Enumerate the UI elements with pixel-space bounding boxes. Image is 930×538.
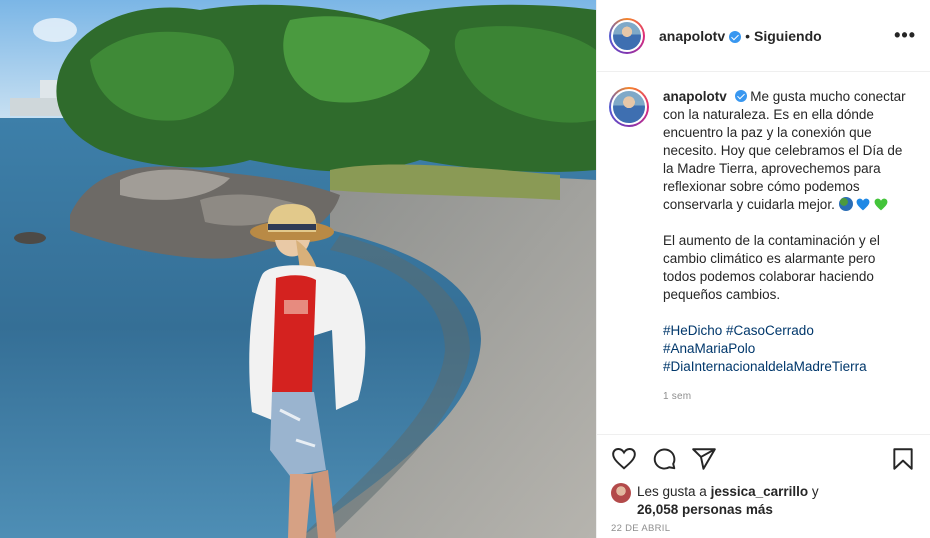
action-bar: Les gusta a jessica_carrillo y 26,058 pe… (597, 434, 930, 538)
caption-paragraph-1: Me gusta mucho conectar con la naturalez… (663, 89, 906, 212)
share-icon[interactable] (691, 446, 717, 472)
action-icons (611, 445, 916, 473)
likes-prefix: Les gusta a (637, 484, 707, 499)
caption-username-link[interactable]: anapolotv (663, 89, 727, 104)
post-header: anapolotv • Siguiendo ••• (597, 0, 930, 72)
username-link[interactable]: anapolotv (659, 28, 725, 44)
more-options-icon[interactable]: ••• (894, 25, 916, 46)
likes-count-link[interactable]: 26,058 personas más (637, 502, 773, 517)
blue-heart-icon (856, 198, 870, 211)
caption-paragraph-2: El aumento de la contaminación y el camb… (663, 233, 880, 302)
hashtag-list: #HeDicho #CasoCerrado #AnaMariaPolo #Dia… (663, 322, 909, 376)
avatar[interactable] (609, 17, 645, 54)
liker-username-link[interactable]: jessica_carrillo (711, 484, 809, 499)
green-heart-icon (874, 198, 888, 211)
post-side-panel: anapolotv • Siguiendo ••• anapolotv Me g… (596, 0, 930, 538)
comment-time: 1 sem (663, 391, 692, 402)
hashtag-link[interactable]: #AnaMariaPolo (663, 340, 909, 358)
verified-badge-icon (734, 90, 747, 102)
caption-comment: anapolotv Me gusta mucho conectar con la… (609, 87, 916, 406)
likes-summary: Les gusta a jessica_carrillo y 26,058 pe… (611, 483, 916, 519)
following-button[interactable]: Siguiendo (754, 28, 822, 44)
photo-woman-walking-on-shore (0, 0, 596, 538)
bookmark-icon[interactable] (890, 446, 916, 472)
comment-icon[interactable] (651, 446, 677, 472)
verified-badge-icon (729, 30, 742, 43)
separator-dot: • (745, 27, 751, 44)
comments-section[interactable]: anapolotv Me gusta mucho conectar con la… (597, 72, 930, 434)
hashtag-link[interactable]: #DiaInternacionaldelaMadreTierra (663, 358, 909, 376)
caption-text: anapolotv Me gusta mucho conectar con la… (663, 88, 909, 406)
heart-icon[interactable] (611, 446, 637, 472)
caption-avatar[interactable] (609, 87, 649, 127)
hashtag-link[interactable]: #HeDicho #CasoCerrado (663, 322, 909, 340)
globe-icon (838, 197, 853, 211)
likes-conj: y (811, 484, 819, 499)
post-photo[interactable] (0, 0, 596, 538)
liker-avatar[interactable] (611, 483, 631, 503)
post-date: 22 DE ABRIL (611, 523, 671, 534)
